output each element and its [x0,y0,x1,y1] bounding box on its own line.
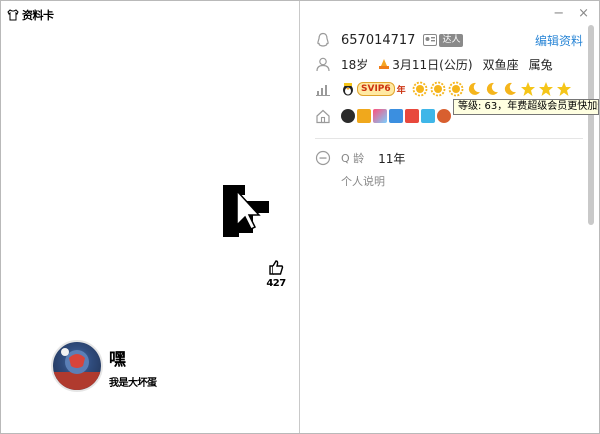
bio-label[interactable]: 个人说明 [341,173,385,189]
sun-level-icon [448,81,464,97]
basic-info-row: 18岁 3月11日(公历) 双鱼座 属兔 [315,53,583,75]
level-tooltip: 等级: 63，年费超级会员更快加速 [453,99,599,115]
close-button[interactable]: × [578,7,589,21]
svip-year-badge: 年 [396,85,406,96]
qq-icon [317,32,329,47]
house-icon [316,109,330,124]
moon-level-icon [504,82,516,95]
section-divider [315,138,583,139]
like-count: 427 [266,278,286,289]
avatar-image [53,348,101,390]
profile-card-window: 资料卡 427 嘿 我是大坏蛋 − × 657014717 达人 编辑资料 18… [0,0,600,434]
star-level-icon [538,82,553,96]
moon-level-icon [468,82,480,95]
star-level-icon [520,82,535,96]
figure-badge-icon[interactable] [437,109,451,123]
id-card-icon [423,34,438,46]
level-row: SVIP6 年 [315,78,583,100]
scrollbar-thumb[interactable] [588,25,594,225]
penguin-vip-icon [343,83,353,96]
sun-level-icon [430,81,446,97]
colorful-badge-icon[interactable] [373,109,387,123]
q-age-label: Q 龄 [341,152,365,165]
red-badge-icon[interactable] [405,109,419,123]
like-button[interactable]: 427 [263,259,289,289]
avatar[interactable] [51,340,103,392]
level-chart-icon [316,85,330,96]
svip-badge[interactable]: SVIP6 [357,82,395,96]
window-title: 资料卡 [22,9,54,22]
birthday-cake-icon [379,59,390,69]
edit-profile-link[interactable]: 编辑资料 [535,32,583,49]
window-controls: − × [553,7,589,21]
age-minus-icon [315,150,331,166]
shirt-icon [7,9,19,21]
cyan-badge-icon[interactable] [421,109,435,123]
minimize-button[interactable]: − [553,7,564,21]
nickname: 嘿 [109,350,126,370]
cursor-icon [223,185,269,237]
title-bar: 资料卡 [7,7,54,23]
star-level-icon [556,82,571,96]
age: 18岁 [341,57,369,72]
zodiac: 双鱼座 [482,57,519,72]
thumb-up-icon [269,260,284,275]
expert-tag: 达人 [439,33,464,47]
chinese-zodiac: 属兔 [528,57,553,72]
moon-level-icon [486,82,498,95]
sun-level-icon [412,81,428,97]
nickname-subtitle: 我是大坏蛋 [109,378,157,389]
qq-row: 657014717 达人 编辑资料 [315,29,583,51]
person-icon [316,57,330,72]
profile-details-panel: − × 657014717 达人 编辑资料 18岁 3月11日(公历) 双鱼座 … [301,1,599,433]
q-age-row: Q 龄 11年 [315,147,583,169]
qq-number: 657014717 [341,32,416,48]
star-badge-icon[interactable] [357,109,371,123]
birthday: 3月11日(公历) [392,57,473,72]
q-age-value: 11年 [378,151,406,166]
cover-panel: 资料卡 427 嘿 我是大坏蛋 [1,1,300,433]
scrollbar[interactable] [588,25,594,225]
blue-badge-icon[interactable] [389,109,403,123]
penguin-badge-icon[interactable] [341,109,355,123]
